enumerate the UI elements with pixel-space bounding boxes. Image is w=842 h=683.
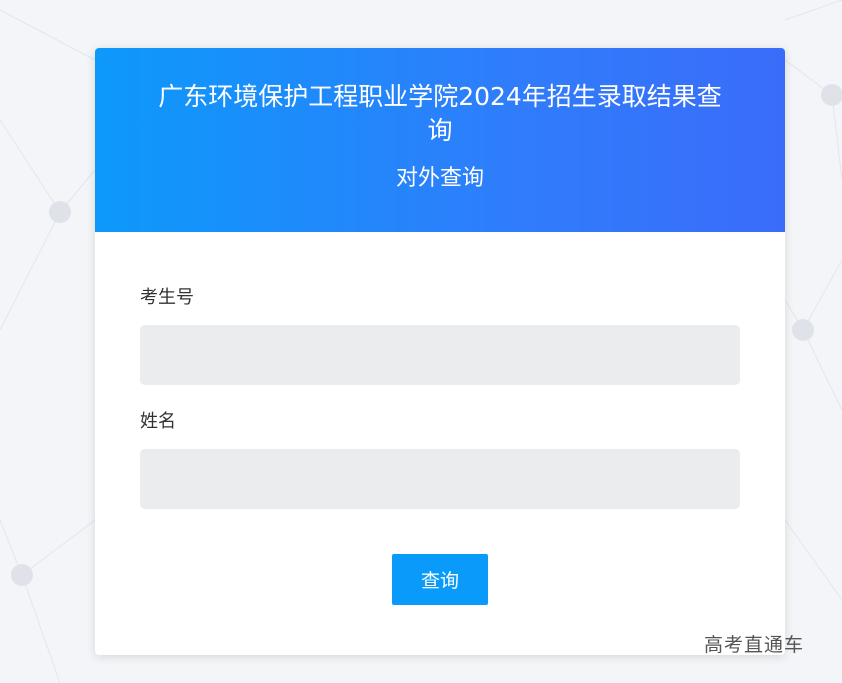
query-button[interactable]: 查询 <box>392 554 488 605</box>
name-group: 姓名 <box>140 410 740 509</box>
exam-number-input[interactable] <box>140 325 740 385</box>
exam-number-label: 考生号 <box>140 287 194 308</box>
page-subtitle: 对外查询 <box>395 166 484 191</box>
page-title: 广东环境保护工程职业学院2024年招生录取结果查询 <box>158 82 722 145</box>
query-card: 广东环境保护工程职业学院2024年招生录取结果查询 对外查询 考生号 姓名 查询 <box>95 48 785 655</box>
watermark-text: 高考直通车 <box>704 634 805 656</box>
name-input[interactable] <box>140 449 740 509</box>
card-header: 广东环境保护工程职业学院2024年招生录取结果查询 对外查询 <box>95 48 785 232</box>
exam-number-group: 考生号 <box>140 286 740 385</box>
query-form: 考生号 姓名 查询 <box>95 232 785 605</box>
submit-row: 查询 <box>140 554 740 605</box>
name-label: 姓名 <box>140 411 176 432</box>
